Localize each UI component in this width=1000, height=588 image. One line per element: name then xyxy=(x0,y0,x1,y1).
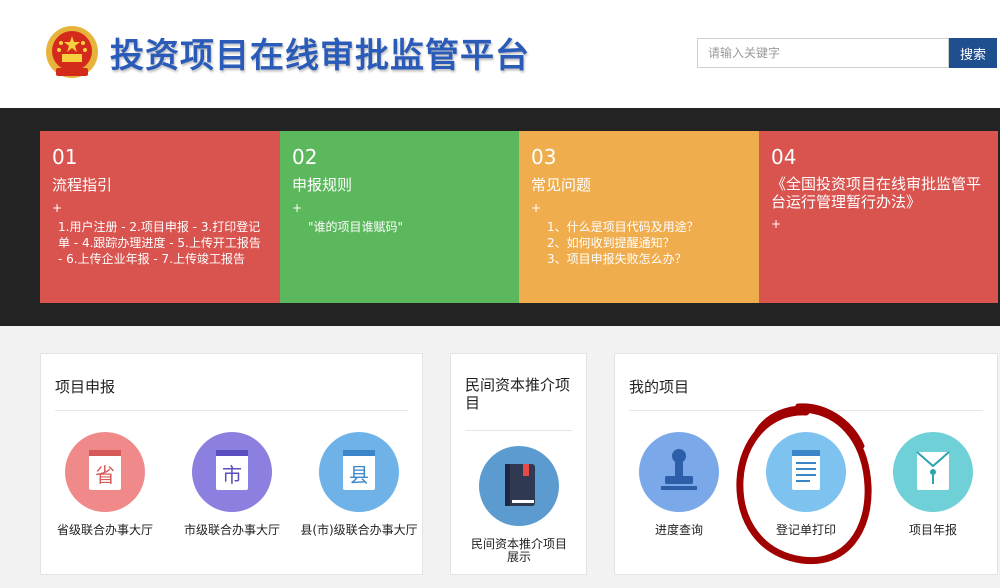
progress-query-link[interactable]: 进度查询 xyxy=(619,432,739,537)
site-title: 投资项目在线审批监管平台 xyxy=(110,36,530,76)
card-title: 申报规则 xyxy=(292,176,353,194)
card-number: 01 xyxy=(52,145,78,169)
card-title: 《全国投资项目在线审批监管平台运行管理暂行办法》 xyxy=(771,175,982,211)
county-glyph: 县 xyxy=(349,463,369,487)
card-description: "谁的项目谁赋码" xyxy=(308,220,404,234)
panel-project-declare: 项目申报 省 省级联合办事大厅 市 市级联合办事大厅 县 县(市)级联合办事大厅 xyxy=(40,353,423,575)
county-hall-icon: 县 xyxy=(319,432,399,512)
card-plus: + xyxy=(531,201,542,215)
province-hall-icon: 省 xyxy=(65,432,145,512)
card-faq[interactable]: 03 常见问题 + 1、什么是项目代码及用途？ 2、如何收到提醒通知？ 3、项目… xyxy=(519,131,759,303)
card-description: 1.用户注册 - 2.项目申报 - 3.打印登记单 - 4.跟踪办理进度 - 5… xyxy=(58,220,261,266)
panel-title: 民间资本推介项目 xyxy=(465,376,571,412)
book-icon xyxy=(479,446,559,526)
card-process-guide[interactable]: 01 流程指引 + 1.用户注册 - 2.项目申报 - 3.打印登记单 - 4.… xyxy=(40,131,280,303)
divider xyxy=(465,430,572,431)
card-number: 04 xyxy=(771,145,797,169)
card-description: 1、什么是项目代码及用途？ 2、如何收到提醒通知？ 3、项目申报失败怎么办？ xyxy=(547,220,699,266)
card-declare-rules[interactable]: 02 申报规则 + "谁的项目谁赋码" xyxy=(280,131,519,303)
province-glyph: 省 xyxy=(95,463,115,487)
card-management-measures[interactable]: 04 《全国投资项目在线审批监管平台运行管理暂行办法》 + xyxy=(759,131,998,303)
city-hall-link[interactable]: 市 市级联合办事大厅 xyxy=(172,432,292,537)
province-hall-link[interactable]: 省 省级联合办事大厅 xyxy=(45,432,165,537)
panel-title: 项目申报 xyxy=(55,378,116,396)
item-label: 项目年报 xyxy=(908,523,957,537)
card-number: 03 xyxy=(531,145,557,169)
search-button[interactable]: 搜索 xyxy=(949,38,997,68)
card-plus: + xyxy=(52,201,63,215)
panel-title: 我的项目 xyxy=(629,378,690,396)
envelope-icon xyxy=(893,432,973,512)
county-hall-link[interactable]: 县 县(市)级联合办事大厅 xyxy=(299,432,419,537)
search-input[interactable] xyxy=(697,38,949,68)
item-label: 县(市)级联合办事大厅 xyxy=(300,523,418,537)
item-label: 市级联合办事大厅 xyxy=(183,523,280,537)
red-hand-drawn-circle xyxy=(736,403,872,565)
city-hall-icon: 市 xyxy=(192,432,272,512)
item-label: 省级联合办事大厅 xyxy=(56,523,153,537)
card-plus: + xyxy=(292,201,303,215)
card-title: 流程指引 xyxy=(52,176,113,194)
card-title: 常见问题 xyxy=(531,176,592,194)
city-glyph: 市 xyxy=(222,463,242,487)
national-emblem-icon xyxy=(46,26,98,78)
annual-report-link[interactable]: 项目年报 xyxy=(873,432,993,537)
item-label: 进度查询 xyxy=(654,523,703,537)
item-label: 民间资本推介项目展示 xyxy=(470,537,567,564)
site-header: 投资项目在线审批监管平台 搜索 xyxy=(0,0,1000,108)
panel-private-capital: 民间资本推介项目 民间资本推介项目展示 xyxy=(450,353,587,575)
private-capital-link[interactable]: 民间资本推介项目展示 xyxy=(459,446,579,564)
divider xyxy=(55,410,408,411)
stamp-icon xyxy=(639,432,719,512)
card-number: 02 xyxy=(292,145,318,169)
card-plus: + xyxy=(771,217,782,231)
